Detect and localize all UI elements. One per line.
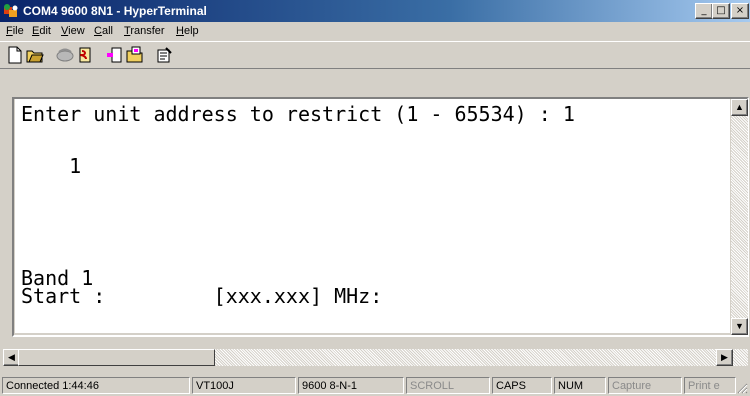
right-arrow-icon: ▶ (721, 352, 728, 362)
properties-icon[interactable] (156, 46, 174, 64)
terminal-line-1: Enter unit address to restrict (1 - 6553… (21, 102, 575, 126)
menu-edit[interactable]: Edit (32, 25, 51, 37)
status-bar: Connected 1:44:46 VT100J 9600 8-N-1 SCRO… (0, 374, 750, 396)
toolbar (0, 41, 750, 69)
menu-help[interactable]: Help (176, 25, 199, 37)
window-title: COM4 9600 8N1 - HyperTerminal (23, 4, 207, 18)
minimize-button[interactable]: _ (695, 3, 713, 19)
menu-call-accel: C (94, 25, 102, 37)
status-num: NUM (554, 377, 606, 394)
terminal-screen[interactable]: Enter unit address to restrict (1 - 6553… (15, 99, 730, 333)
disconnect-icon[interactable] (56, 46, 74, 64)
horizontal-scrollbar[interactable]: ◀ ▶ (3, 349, 748, 366)
status-connected: Connected 1:44:46 (2, 377, 190, 394)
left-arrow-icon: ◀ (8, 352, 15, 362)
status-caps: CAPS (492, 377, 552, 394)
status-emulation: VT100J (192, 377, 296, 394)
maximize-button[interactable]: □ (712, 3, 730, 19)
menu-bar: File Edit View Call Transfer Help (0, 22, 750, 40)
close-button[interactable]: × (731, 3, 749, 19)
menu-call-label: all (101, 25, 113, 37)
send-icon[interactable] (106, 46, 124, 64)
open-icon[interactable] (26, 46, 44, 64)
terminal-line-2: 1 (21, 154, 82, 178)
dial-icon[interactable] (76, 46, 94, 64)
up-arrow-icon: ▲ (735, 102, 744, 112)
menu-file-label: ile (12, 25, 24, 37)
scroll-down-button[interactable]: ▼ (731, 318, 748, 335)
status-scroll: SCROLL (406, 377, 490, 394)
hyperterminal-window: COM4 9600 8N1 - HyperTerminal _ □ × File… (0, 0, 750, 396)
new-icon[interactable] (6, 46, 24, 64)
scroll-up-button[interactable]: ▲ (731, 99, 748, 116)
menu-transfer-label: ransfer (130, 25, 165, 37)
resize-grip-icon[interactable] (736, 382, 748, 394)
menu-file-accel: F (6, 25, 13, 37)
menu-help-label: elp (183, 25, 199, 37)
receive-icon[interactable] (126, 46, 144, 64)
menu-help-accel: H (176, 25, 184, 37)
menu-file[interactable]: File (6, 25, 24, 37)
terminal-line-4: Start : [xxx.xxx] MHz: (21, 284, 383, 308)
hyperterminal-app-icon[interactable] (3, 3, 19, 19)
status-print-echo: Print e (684, 377, 736, 394)
menu-call[interactable]: Call (94, 25, 113, 37)
status-capture: Capture (608, 377, 682, 394)
vertical-scrollbar[interactable]: ▲ ▼ (731, 99, 748, 335)
title-bar[interactable]: COM4 9600 8N1 - HyperTerminal _ □ × (0, 0, 750, 22)
scroll-right-button[interactable]: ▶ (716, 349, 733, 366)
menu-transfer[interactable]: Transfer (124, 25, 165, 37)
down-arrow-icon: ▼ (735, 321, 744, 331)
horizontal-scroll-thumb[interactable] (18, 349, 215, 366)
menu-view-label: iew (68, 25, 85, 37)
menu-edit-label: dit (39, 25, 51, 37)
menu-view[interactable]: View (61, 25, 85, 37)
status-settings: 9600 8-N-1 (298, 377, 404, 394)
